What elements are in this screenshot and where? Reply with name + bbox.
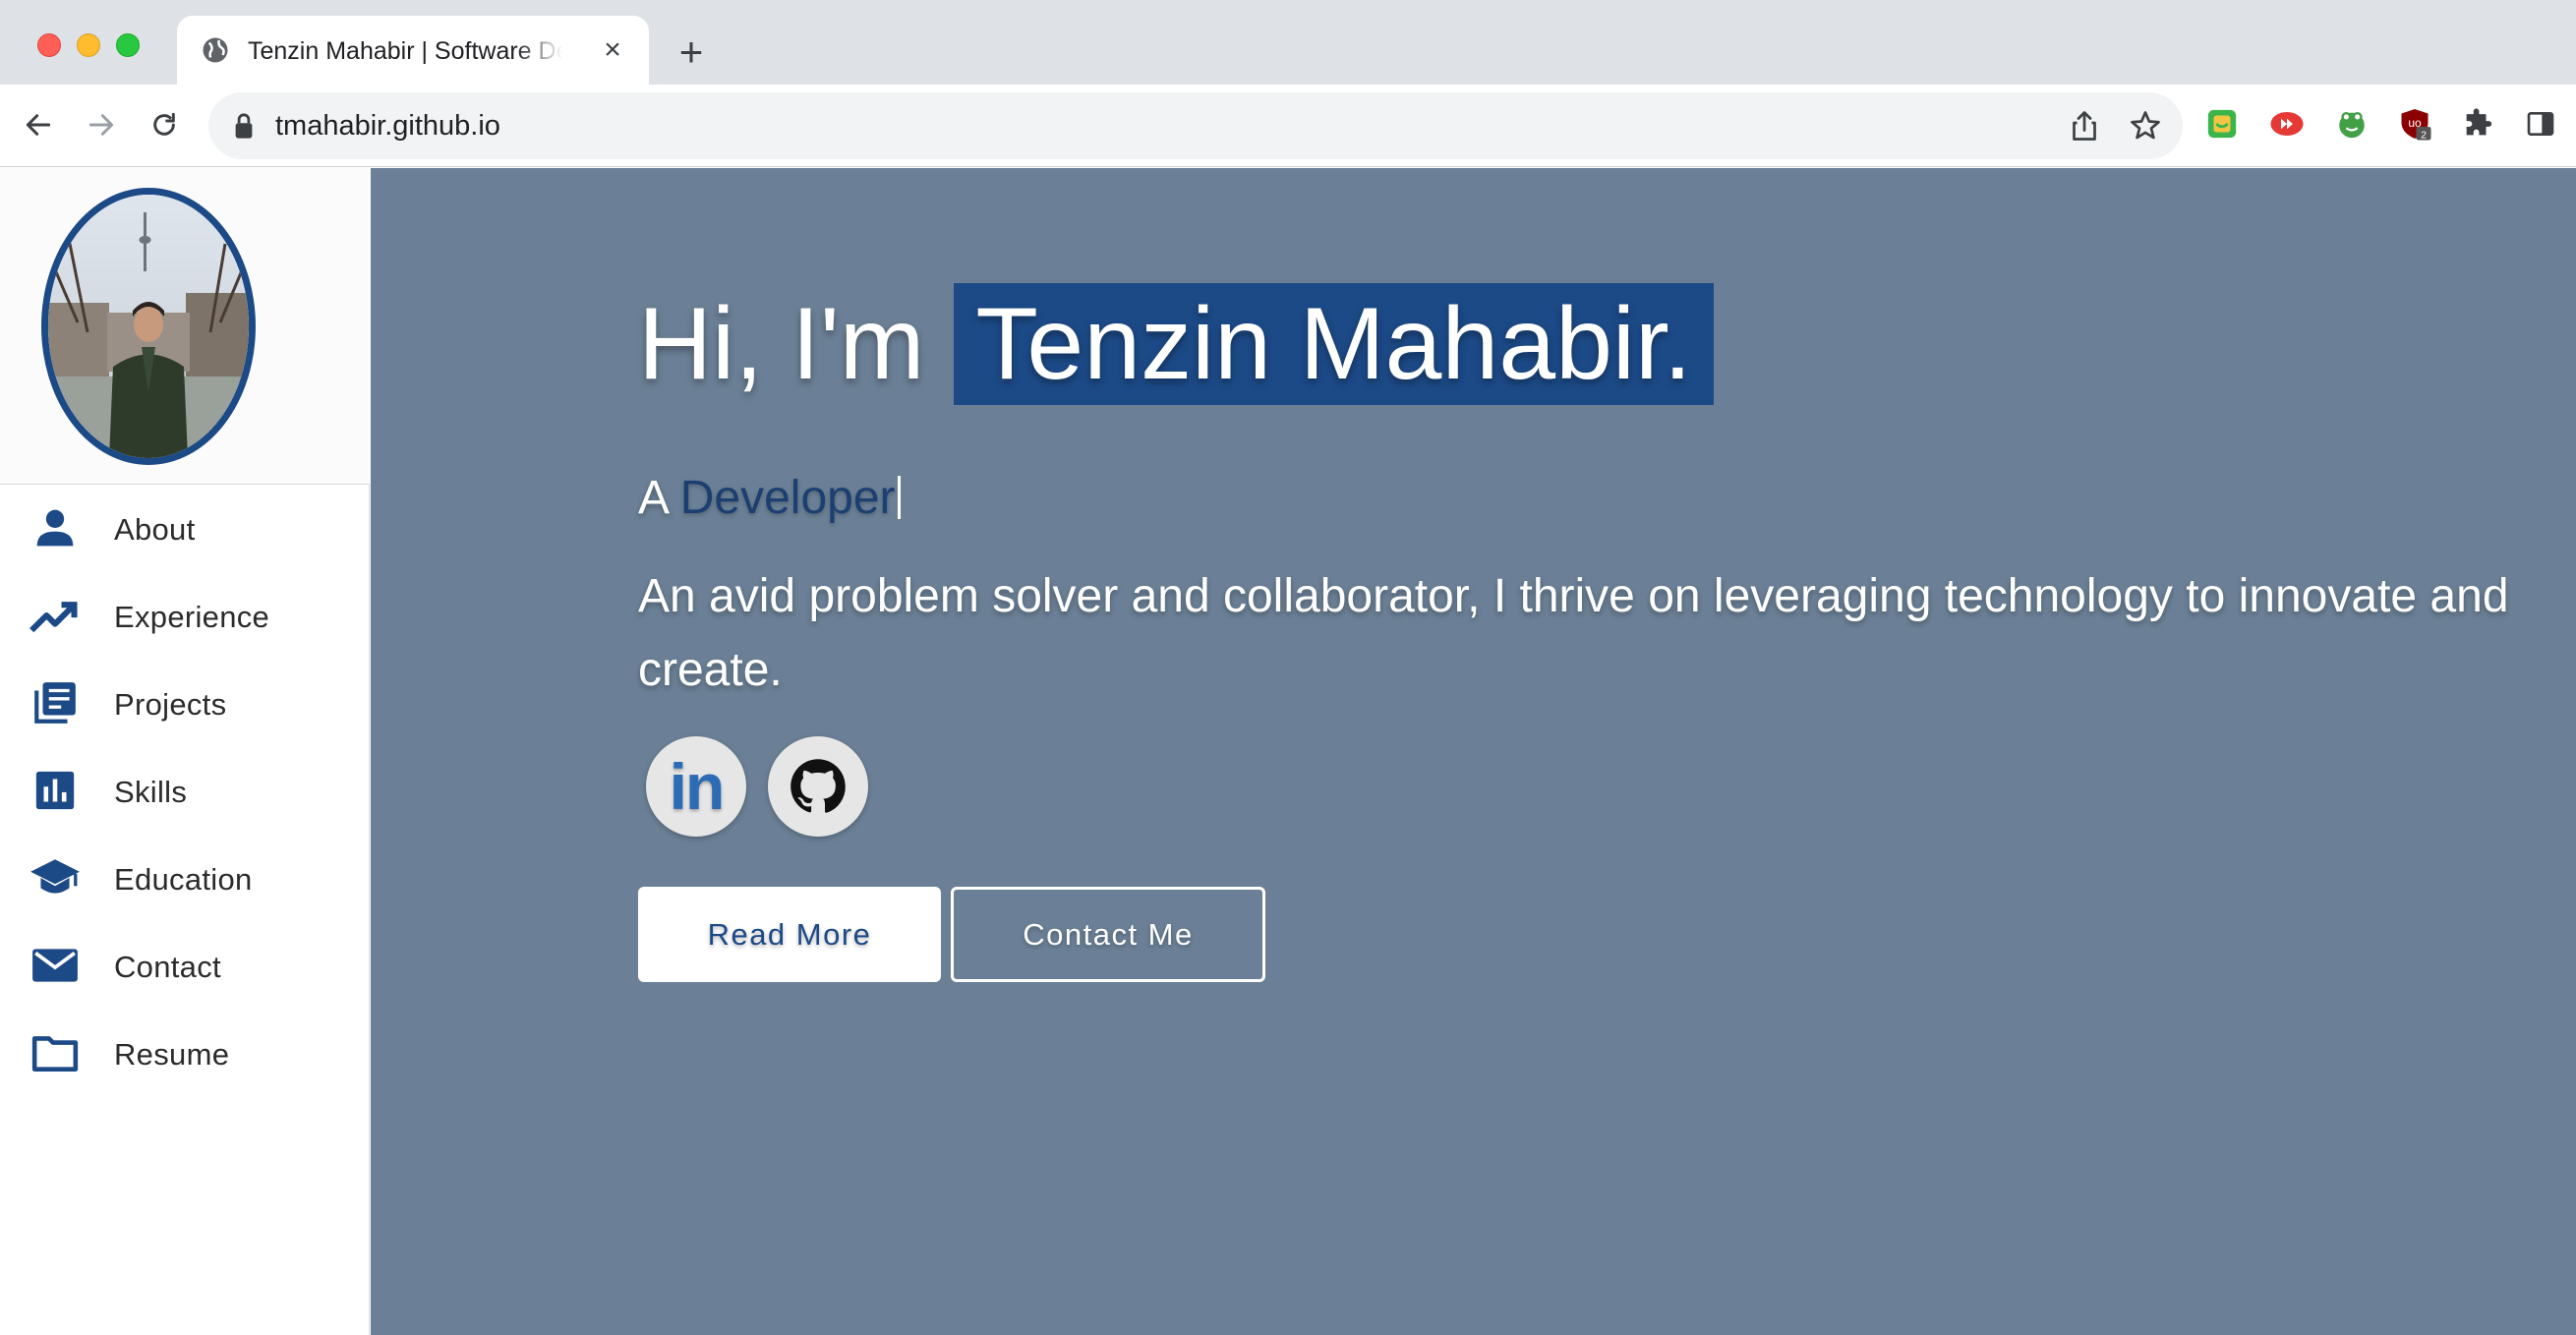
role-prefix: A	[638, 472, 668, 524]
hero-tagline: An avid problem solver and collaborator,…	[638, 570, 2509, 696]
browser-tab[interactable]: Tenzin Mahabir | Software Developer ×	[177, 16, 649, 85]
puzzle-icon	[2466, 108, 2492, 136]
graduation-cap-icon	[28, 854, 83, 901]
browser-window: Tenzin Mahabir | Software Developer × +	[0, 0, 2576, 1335]
lock-icon	[235, 113, 253, 139]
sidebar-item-label: Skills	[114, 775, 188, 809]
github-button[interactable]	[768, 736, 868, 837]
library-books-icon	[28, 679, 83, 726]
person-icon	[28, 504, 83, 551]
profile-section	[0, 168, 370, 485]
youtube-icon	[2270, 112, 2304, 136]
address-bar[interactable]: tmahabir.github.io	[208, 92, 2183, 159]
sidebar-item-label: Projects	[114, 687, 227, 722]
url-text: tmahabir.github.io	[275, 110, 500, 142]
profile-photo	[41, 188, 256, 465]
extensions-menu-button[interactable]	[2460, 106, 2495, 142]
sidebar-item-label: Experience	[114, 600, 270, 634]
typing-caret	[897, 476, 901, 519]
tab-strip: Tenzin Mahabir | Software Developer × +	[0, 0, 2576, 85]
browser-toolbar: tmahabir.github.io uo 2	[0, 85, 2576, 167]
sidebar-item-education[interactable]: Education	[0, 835, 370, 922]
arrow-left-icon	[26, 114, 51, 136]
mail-icon	[28, 942, 83, 989]
new-tab-button[interactable]: +	[669, 29, 714, 75]
sidebar-nav: About Experience Projects Skills Educati…	[0, 168, 370, 1335]
linkedin-button[interactable]: in	[646, 736, 746, 837]
frog-extension[interactable]	[2334, 106, 2370, 142]
linkedin-icon: in	[669, 750, 726, 823]
reload-button[interactable]	[142, 102, 187, 147]
bookmark-star-icon[interactable]	[2128, 108, 2163, 144]
sidebar-item-label: Contact	[114, 950, 221, 984]
tab-title: Tenzin Mahabir | Software Developer	[248, 37, 562, 65]
greeting-text: Hi, I'm	[638, 286, 925, 401]
grammarly-style-extension[interactable]	[2204, 106, 2240, 142]
sidebar-item-skills[interactable]: Skills	[0, 747, 370, 835]
shield-icon: uo 2	[2401, 109, 2431, 141]
sidebar-item-experience[interactable]: Experience	[0, 572, 370, 660]
folder-icon	[28, 1029, 83, 1076]
side-panel-button[interactable]	[2523, 106, 2558, 142]
read-more-button[interactable]: Read More	[638, 887, 941, 982]
hero-headline: Hi, I'm Tenzin Mahabir.	[638, 282, 1714, 406]
maximize-window-button[interactable]	[116, 33, 140, 57]
svg-text:2: 2	[2421, 129, 2427, 141]
trending-up-icon	[28, 592, 83, 639]
share-icon[interactable]	[2067, 108, 2102, 144]
globe-icon	[203, 37, 228, 63]
typed-role: Developer	[679, 472, 896, 524]
arrow-right-icon	[88, 114, 114, 136]
side-panel-icon	[2527, 112, 2554, 136]
contact-me-button[interactable]: Contact Me	[951, 887, 1265, 982]
sidebar-item-label: Resume	[114, 1037, 230, 1072]
sidebar-item-label: Education	[114, 862, 253, 897]
sidebar-item-about[interactable]: About	[0, 485, 370, 572]
close-window-button[interactable]	[37, 33, 61, 57]
youtube-extension[interactable]	[2269, 106, 2305, 142]
close-tab-icon[interactable]: ×	[598, 33, 627, 66]
highlighted-name: Tenzin Mahabir.	[954, 283, 1714, 405]
sidebar-item-projects[interactable]: Projects	[0, 660, 370, 747]
ublock-origin-extension[interactable]: uo 2	[2397, 106, 2432, 142]
nav-list: About Experience Projects Skills Educati…	[0, 485, 370, 1097]
forward-button[interactable]	[79, 102, 124, 147]
back-button[interactable]	[16, 102, 61, 147]
reload-icon	[153, 112, 175, 136]
frog-icon	[2339, 111, 2365, 139]
github-icon	[790, 759, 846, 813]
minimize-window-button[interactable]	[77, 33, 100, 57]
sidebar-item-contact[interactable]: Contact	[0, 922, 370, 1010]
extension-green-icon	[2207, 109, 2237, 139]
bar-chart-icon	[28, 767, 83, 814]
typed-role-line: A Developer	[638, 471, 901, 525]
sidebar-item-label: About	[114, 512, 196, 547]
hero-section: Hi, I'm Tenzin Mahabir. A Developer An a…	[371, 168, 2576, 1335]
sidebar-item-resume[interactable]: Resume	[0, 1010, 370, 1097]
